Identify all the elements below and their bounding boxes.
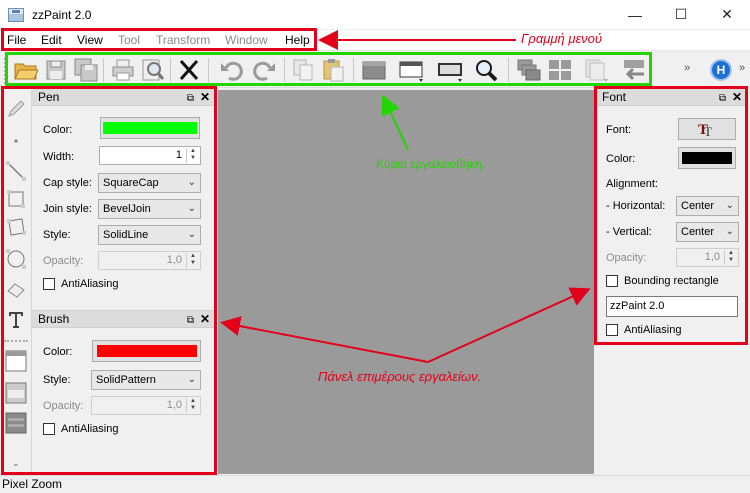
mdi-canvas-area[interactable] xyxy=(218,90,594,474)
left-panels-highlight xyxy=(1,86,217,475)
status-bar: Pixel Zoom xyxy=(0,475,750,493)
right-dock-empty-area xyxy=(596,346,750,474)
toolbar-annotation: Κύρια εργαλειοθήκη. xyxy=(376,157,486,171)
title-bar: zzPaint 2.0 — ☐ ✕ xyxy=(0,0,750,29)
window-title: zzPaint 2.0 xyxy=(32,7,92,22)
menu-bar-annotation: Γραμμή μενού xyxy=(521,31,603,46)
right-panel-highlight xyxy=(594,86,748,345)
toolbar-overflow-right[interactable]: » xyxy=(739,62,745,74)
status-text: Pixel Zoom xyxy=(2,477,63,491)
close-button[interactable]: ✕ xyxy=(704,0,750,29)
toolbar-highlight xyxy=(5,52,652,86)
toolbar-overflow-left[interactable]: » xyxy=(684,62,690,74)
help-button[interactable]: H xyxy=(710,59,732,81)
minimize-button[interactable]: — xyxy=(612,0,658,29)
app-icon xyxy=(8,7,24,22)
maximize-button[interactable]: ☐ xyxy=(658,0,704,29)
menu-bar-highlight xyxy=(1,28,317,51)
panels-annotation: Πάνελ επιμέρους εργαλείων. xyxy=(318,369,482,384)
